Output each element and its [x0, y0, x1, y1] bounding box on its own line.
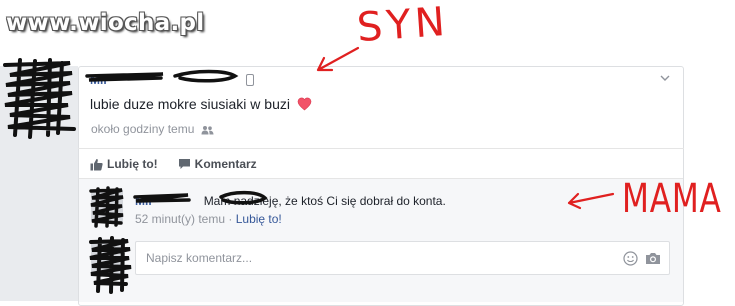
action-divider — [78, 148, 684, 149]
mobile-icon — [246, 74, 254, 86]
annotation-mom: MAMA — [622, 176, 722, 222]
censor-scribble-comment-avatar — [89, 186, 124, 228]
comment-button-label: Komentarz — [194, 157, 257, 171]
censor-scribble-post-name — [85, 69, 239, 83]
friends-icon[interactable] — [201, 125, 214, 135]
meta-separator: · — [228, 212, 233, 226]
comment-meta: 52 minut(y) temu · Lubię to! — [135, 212, 282, 226]
post-text: lubie duze mokre siusiaki w buzi — [90, 96, 312, 112]
like-thumb-icon — [90, 158, 103, 170]
reply-input[interactable] — [146, 249, 606, 267]
post-time[interactable]: około godziny temu — [91, 122, 194, 136]
censor-scribble-post-avatar — [3, 58, 76, 139]
comment-button[interactable]: Komentarz — [178, 157, 257, 171]
post-actions: Lubię to! Komentarz — [90, 157, 257, 171]
like-button-label: Lubię to! — [107, 157, 158, 171]
censor-scribble-comment-name — [133, 190, 268, 205]
emoji-icon[interactable] — [623, 251, 638, 266]
site-watermark: www.wiocha.pl — [6, 10, 205, 36]
post-meta: około godziny temu — [91, 122, 214, 136]
censor-scribble-reply-avatar — [89, 236, 132, 294]
arrow-to-post — [316, 46, 360, 72]
heart-icon — [297, 97, 312, 111]
annotation-son: SYN — [355, 0, 451, 52]
post-text-content: lubie duze mokre siusiaki w buzi — [90, 96, 290, 112]
comment-bubble-icon — [178, 159, 190, 169]
camera-icon[interactable] — [645, 251, 661, 265]
comment-like-link[interactable]: Lubię to! — [236, 212, 282, 226]
like-button[interactable]: Lubię to! — [90, 157, 158, 171]
chevron-down-icon[interactable] — [659, 72, 671, 84]
arrow-to-comment — [567, 192, 615, 210]
reply-box — [135, 241, 670, 275]
comment-time[interactable]: 52 minut(y) temu — [135, 212, 225, 226]
